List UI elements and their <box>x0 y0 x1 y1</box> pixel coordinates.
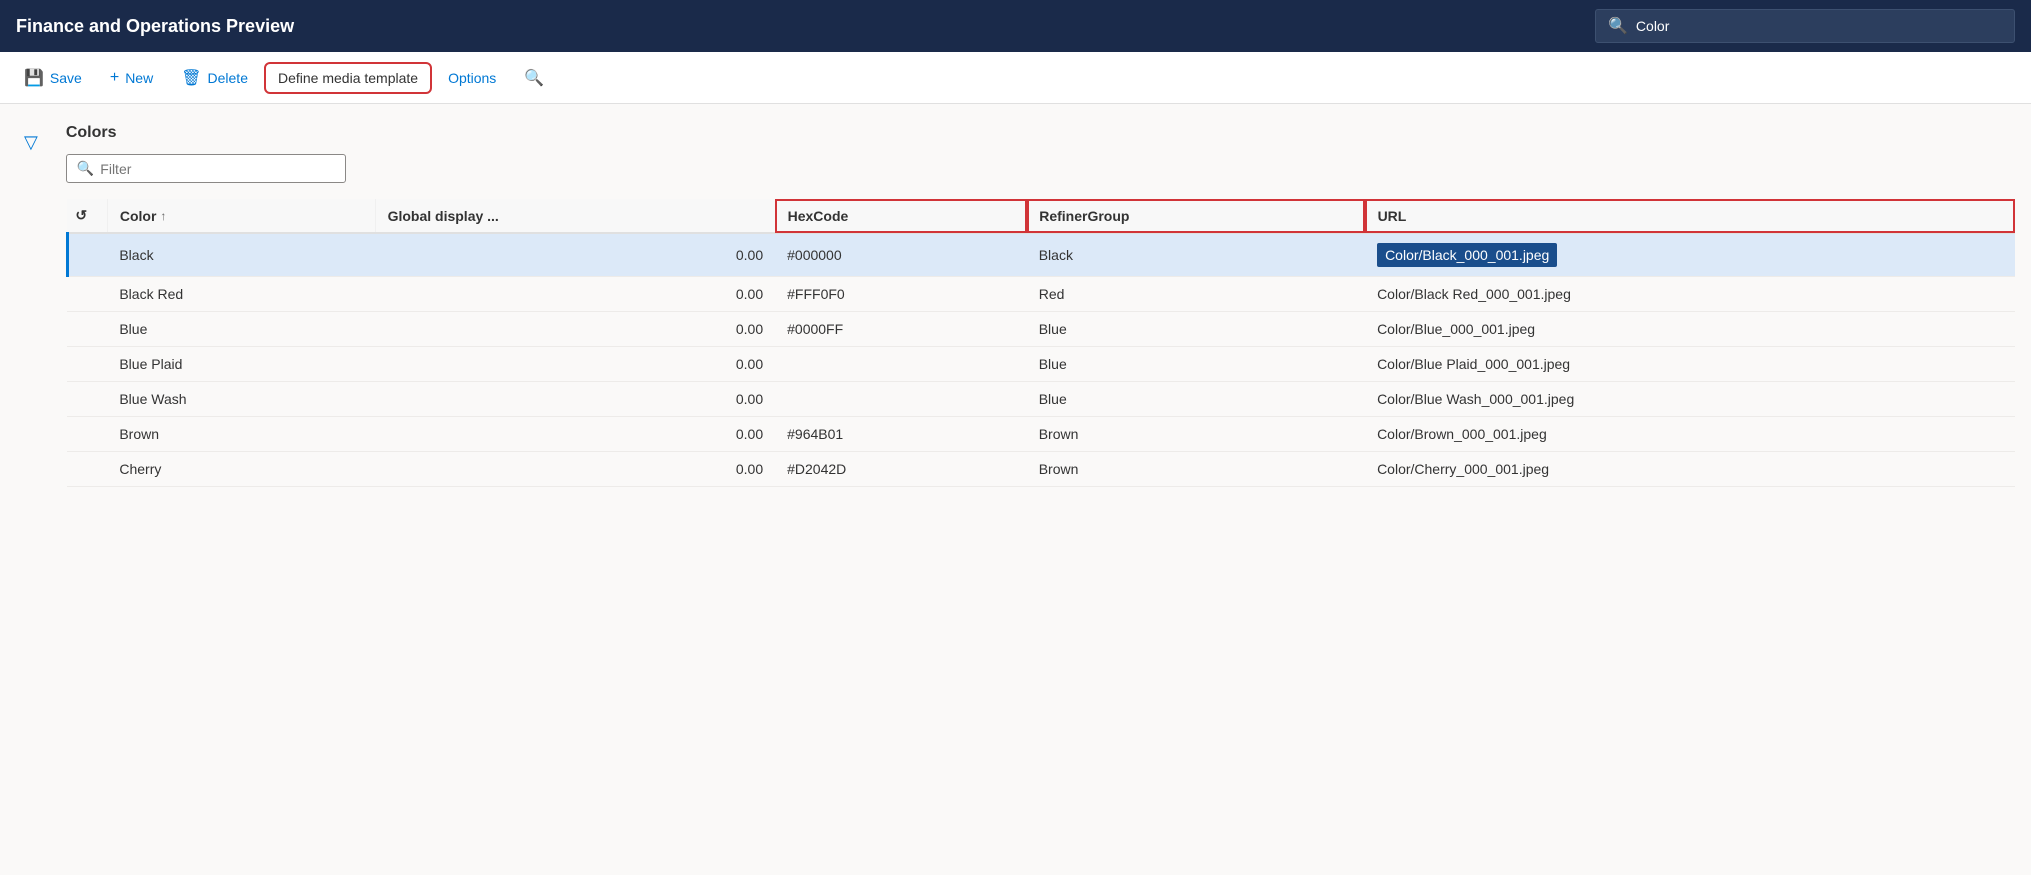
url-cell: Color/Blue Wash_000_001.jpeg <box>1377 391 1574 407</box>
url-cell: Color/Brown_000_001.jpeg <box>1377 426 1547 442</box>
td-color: Black Red <box>107 277 375 312</box>
td-global-display: 0.00 <box>375 277 775 312</box>
td-color: Blue Wash <box>107 382 375 417</box>
td-color: Cherry <box>107 452 375 487</box>
td-row-indicator <box>67 382 107 417</box>
filter-search-icon: 🔍 <box>77 160 94 177</box>
th-refresh: ↺ <box>67 199 107 233</box>
td-row-indicator <box>67 277 107 312</box>
td-hexcode <box>775 382 1027 417</box>
td-row-indicator <box>67 417 107 452</box>
td-refiner-group: Blue <box>1027 382 1365 417</box>
th-color[interactable]: Color ↑ <box>107 199 375 233</box>
filter-funnel-icon[interactable]: ▽ <box>12 120 50 152</box>
colors-table-container: ↺ Color ↑ Global display ... <box>66 199 2015 487</box>
td-global-display: 0.00 <box>375 417 775 452</box>
td-refiner-group: Brown <box>1027 452 1365 487</box>
save-icon: 💾 <box>24 68 44 88</box>
td-hexcode: #0000FF <box>775 312 1027 347</box>
top-navigation-bar: Finance and Operations Preview 🔍 <box>0 0 2031 52</box>
url-cell: Color/Cherry_000_001.jpeg <box>1377 461 1549 477</box>
td-row-indicator <box>67 347 107 382</box>
delete-icon: 🗑 <box>181 68 201 88</box>
define-media-template-button[interactable]: Define media template <box>264 62 432 94</box>
td-refiner-group: Black <box>1027 233 1365 277</box>
td-row-indicator <box>67 233 107 277</box>
sort-asc-icon: ↑ <box>160 209 166 223</box>
search-icon: 🔍 <box>1608 16 1628 36</box>
td-global-display: 0.00 <box>375 452 775 487</box>
td-hexcode: #FFF0F0 <box>775 277 1027 312</box>
td-url: Color/Black_000_001.jpeg <box>1365 233 2014 277</box>
td-global-display: 0.00 <box>375 382 775 417</box>
td-url: Color/Blue Wash_000_001.jpeg <box>1365 382 2014 417</box>
table-row[interactable]: Blue Plaid 0.00 Blue Color/Blue Plaid_00… <box>67 347 2014 382</box>
global-search-box[interactable]: 🔍 <box>1595 9 2015 43</box>
td-row-indicator <box>67 452 107 487</box>
table-row[interactable]: Brown 0.00 #964B01 Brown Color/Brown_000… <box>67 417 2014 452</box>
colors-table: ↺ Color ↑ Global display ... <box>66 199 2015 487</box>
options-button[interactable]: Options <box>436 64 508 92</box>
table-row[interactable]: Blue 0.00 #0000FF Blue Color/Blue_000_00… <box>67 312 2014 347</box>
td-hexcode: #D2042D <box>775 452 1027 487</box>
td-url: Color/Blue Plaid_000_001.jpeg <box>1365 347 2014 382</box>
td-row-indicator <box>67 312 107 347</box>
td-color: Blue <box>107 312 375 347</box>
table-row[interactable]: Black Red 0.00 #FFF0F0 Red Color/Black R… <box>67 277 2014 312</box>
td-url: Color/Brown_000_001.jpeg <box>1365 417 2014 452</box>
td-hexcode: #964B01 <box>775 417 1027 452</box>
td-refiner-group: Red <box>1027 277 1365 312</box>
th-url[interactable]: URL <box>1365 199 2014 233</box>
td-hexcode: #000000 <box>775 233 1027 277</box>
url-cell: Color/Blue_000_001.jpeg <box>1377 321 1535 337</box>
url-cell: Color/Blue Plaid_000_001.jpeg <box>1377 356 1570 372</box>
filter-input[interactable] <box>100 161 335 177</box>
url-cell-selected: Color/Black_000_001.jpeg <box>1377 243 1557 267</box>
table-row[interactable]: Black 0.00 #000000 Black Color/Black_000… <box>67 233 2014 277</box>
td-global-display: 0.00 <box>375 312 775 347</box>
global-search-input[interactable] <box>1636 18 2002 34</box>
th-hexcode[interactable]: HexCode <box>775 199 1027 233</box>
th-refiner-group[interactable]: RefinerGroup <box>1027 199 1365 233</box>
td-global-display: 0.00 <box>375 347 775 382</box>
td-hexcode <box>775 347 1027 382</box>
td-color: Brown <box>107 417 375 452</box>
td-url: Color/Cherry_000_001.jpeg <box>1365 452 2014 487</box>
td-color: Blue Plaid <box>107 347 375 382</box>
filter-input-container[interactable]: 🔍 <box>66 154 346 183</box>
td-url: Color/Black Red_000_001.jpeg <box>1365 277 2014 312</box>
action-toolbar: 💾 Save + New 🗑 Delete Define media templ… <box>0 52 2031 104</box>
td-refiner-group: Blue <box>1027 347 1365 382</box>
toolbar-search-icon: 🔍 <box>524 68 544 88</box>
save-button[interactable]: 💾 Save <box>12 62 94 94</box>
section-title: Colors <box>66 124 117 142</box>
new-button[interactable]: + New <box>98 63 165 93</box>
delete-button[interactable]: 🗑 Delete <box>169 62 260 94</box>
table-row[interactable]: Cherry 0.00 #D2042D Brown Color/Cherry_0… <box>67 452 2014 487</box>
table-body: Black 0.00 #000000 Black Color/Black_000… <box>67 233 2014 487</box>
td-refiner-group: Brown <box>1027 417 1365 452</box>
main-content-area: ▽ Colors 🔍 ↺ <box>0 104 2031 875</box>
app-title: Finance and Operations Preview <box>16 16 294 37</box>
table-header-row: ↺ Color ↑ Global display ... <box>67 199 2014 233</box>
new-icon: + <box>110 69 119 87</box>
toolbar-search-button[interactable]: 🔍 <box>512 62 556 94</box>
table-row[interactable]: Blue Wash 0.00 Blue Color/Blue Wash_000_… <box>67 382 2014 417</box>
refresh-icon[interactable]: ↺ <box>75 207 87 223</box>
td-global-display: 0.00 <box>375 233 775 277</box>
url-cell: Color/Black Red_000_001.jpeg <box>1377 286 1571 302</box>
th-global-display[interactable]: Global display ... <box>375 199 775 233</box>
td-refiner-group: Blue <box>1027 312 1365 347</box>
td-color: Black <box>107 233 375 277</box>
td-url: Color/Blue_000_001.jpeg <box>1365 312 2014 347</box>
